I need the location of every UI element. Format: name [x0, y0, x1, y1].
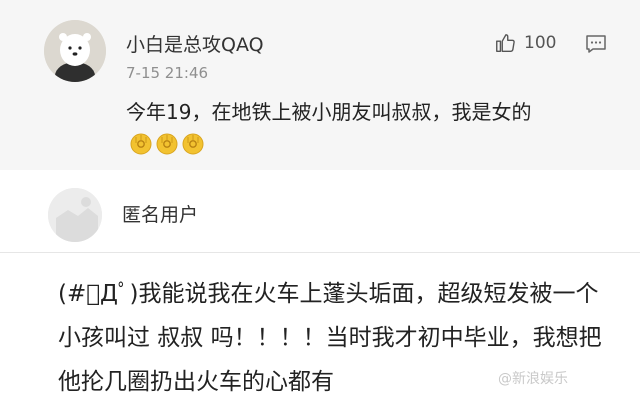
ok-hand-emoji-icon	[182, 133, 204, 155]
comment-body: 今年19，在地铁上被小朋友叫叔叔，我是女的	[126, 96, 606, 160]
watermark: @新浪娱乐	[498, 371, 568, 387]
anonymous-avatar[interactable]	[48, 188, 102, 242]
polar-bear-avatar-icon	[44, 20, 106, 82]
ok-hand-emoji-icon	[130, 133, 152, 155]
comment-bubble-icon	[586, 35, 606, 53]
user-avatar[interactable]	[44, 20, 106, 82]
comment-timestamp: 7-15 21:46	[126, 64, 209, 82]
like-count: 100	[524, 33, 557, 53]
ok-hand-emoji-icon	[156, 133, 178, 155]
comment-thread-page: 小白是总攻QAQ 7-15 21:46 100 今年19，在地铁上被小朋友叫叔叔…	[0, 0, 640, 400]
emoji-row	[130, 133, 204, 155]
comment-card: 小白是总攻QAQ 7-15 21:46 100 今年19，在地铁上被小朋友叫叔叔…	[0, 0, 640, 170]
default-anonymous-avatar-icon	[48, 188, 102, 242]
comment-username[interactable]: 小白是总攻QAQ	[126, 30, 264, 57]
thumbs-up-icon	[496, 34, 515, 52]
anonymous-username[interactable]: 匿名用户	[122, 200, 198, 227]
reply-button[interactable]	[584, 32, 608, 56]
comment-body-text: 今年19，在地铁上被小朋友叫叔叔，我是女的	[126, 100, 532, 124]
divider	[0, 252, 640, 253]
like-button[interactable]: 100	[494, 30, 556, 56]
